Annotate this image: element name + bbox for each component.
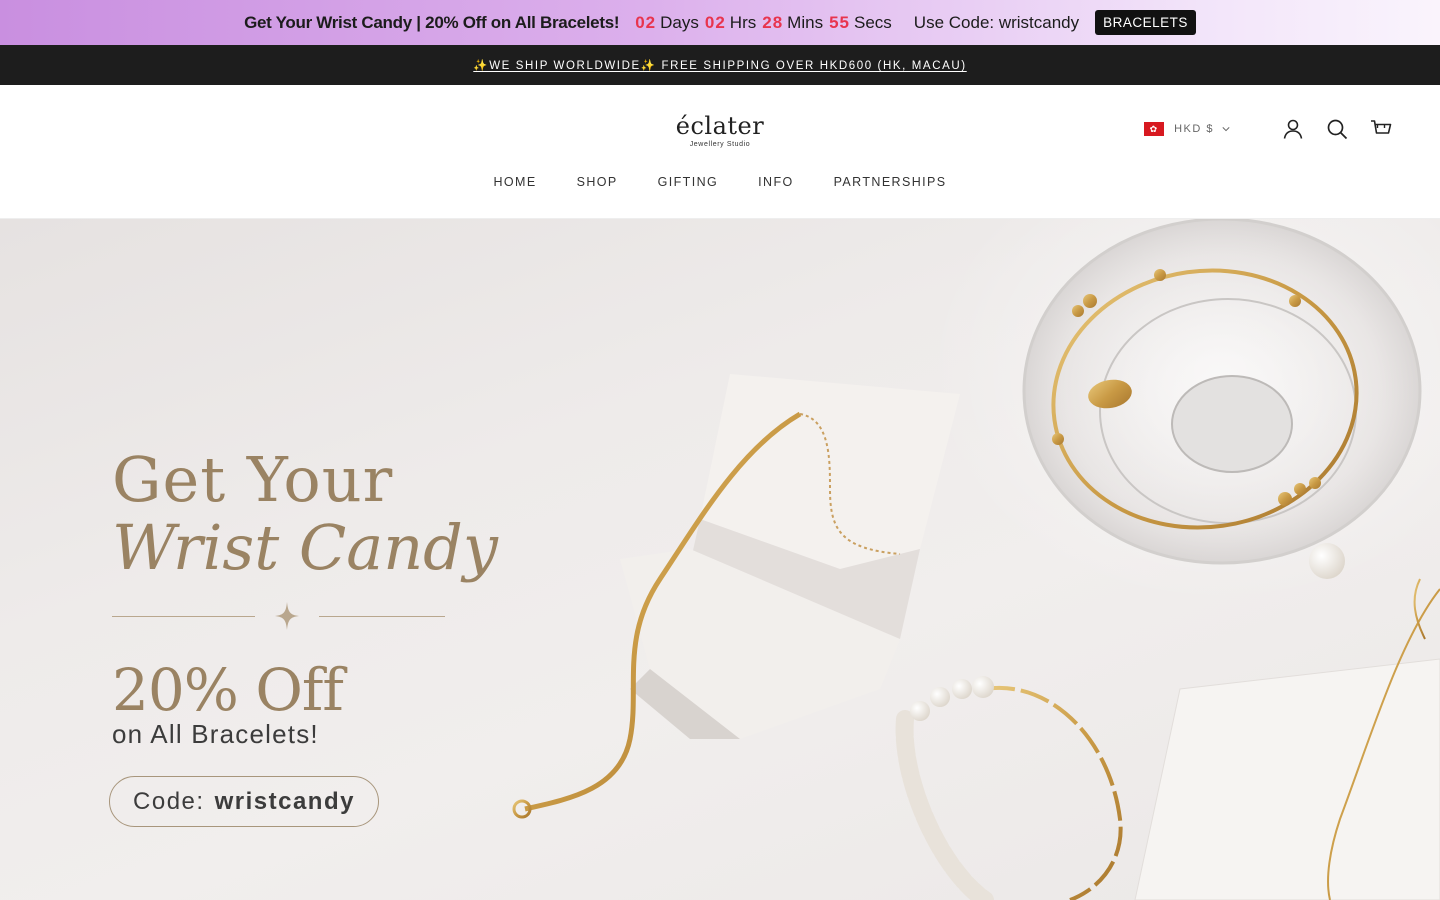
currency-selector[interactable]: ✿ HKD $ xyxy=(1144,122,1230,136)
logo-subtitle: Jewellery Studio xyxy=(689,141,751,148)
promo-code-text: Use Code: wristcandy xyxy=(913,12,1080,32)
hero-discount: 20% Off xyxy=(112,656,344,724)
shipping-bar: ✨WE SHIP WORLDWIDE✨ FREE SHIPPING OVER H… xyxy=(0,45,1440,85)
nav-home[interactable]: HOME xyxy=(474,175,557,189)
timer-hours-label: Hrs xyxy=(729,12,757,32)
timer-days-label: Days xyxy=(660,12,699,32)
timer-hours-value: 02 xyxy=(704,12,726,32)
shipping-link[interactable]: ✨WE SHIP WORLDWIDE✨ FREE SHIPPING OVER H… xyxy=(473,58,966,72)
search-icon[interactable] xyxy=(1326,118,1348,140)
timer-mins-value: 28 xyxy=(762,12,784,32)
hero-text-block: Get Your Wrist Candy 20% Off on All Brac… xyxy=(109,443,498,827)
hero-subtitle: on All Bracelets! xyxy=(112,719,319,749)
logo-wordmark: éclater xyxy=(675,112,765,140)
site-logo[interactable]: éclater Jewellery Studio xyxy=(672,112,768,148)
header-tools: ✿ HKD $ xyxy=(1144,118,1392,140)
sparkle-icon xyxy=(275,602,299,630)
promo-code-pill: Code: wristcandy xyxy=(109,776,379,827)
nav-shop[interactable]: SHOP xyxy=(557,175,638,189)
bracelets-button[interactable]: BRACELETS xyxy=(1095,10,1196,35)
site-header: éclater Jewellery Studio ✿ HKD $ HOME SH… xyxy=(0,85,1440,219)
code-value: wristcandy xyxy=(214,787,355,815)
timer-secs-label: Secs xyxy=(854,12,892,32)
hero-title-line2: Wrist Candy xyxy=(112,511,498,584)
hero-title-line1: Get Your xyxy=(112,443,394,516)
timer-mins-label: Mins xyxy=(787,12,824,32)
timer-secs-value: 55 xyxy=(829,12,850,32)
countdown-timer: 02 Days 02 Hrs 28 Mins 55 Secs xyxy=(635,13,898,33)
nav-info[interactable]: INFO xyxy=(738,175,813,189)
announcement-bar: Get Your Wrist Candy | 20% Off on All Br… xyxy=(0,0,1440,45)
hk-flag-icon: ✿ xyxy=(1144,122,1165,136)
nav-gifting[interactable]: GIFTING xyxy=(638,175,739,189)
account-icon[interactable] xyxy=(1282,118,1304,140)
currency-label: HKD $ xyxy=(1174,123,1214,135)
code-label: Code: xyxy=(133,787,205,815)
cart-icon[interactable] xyxy=(1370,118,1392,140)
nav-partnerships[interactable]: PARTNERSHIPS xyxy=(814,175,967,189)
sparkle-divider xyxy=(112,601,445,631)
chevron-down-icon xyxy=(1222,127,1230,132)
promo-headline: Get Your Wrist Candy | 20% Off on All Br… xyxy=(244,12,620,32)
main-nav: HOME SHOP GIFTING INFO PARTNERSHIPS xyxy=(0,175,1440,189)
hero-banner[interactable]: Get Your Wrist Candy 20% Off on All Brac… xyxy=(0,219,1440,900)
timer-days-value: 02 xyxy=(635,12,657,32)
